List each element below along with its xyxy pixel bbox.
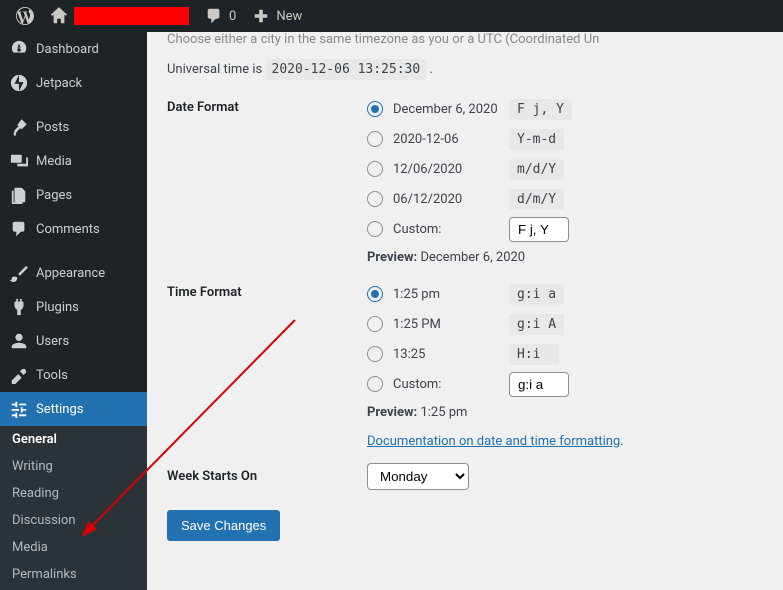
date-format-display: 06/12/2020 bbox=[393, 192, 509, 207]
date-format-display: 2020-12-06 bbox=[393, 132, 509, 147]
doc-link[interactable]: Documentation on date and time formattin… bbox=[367, 434, 620, 449]
time-format-code: g:i a bbox=[509, 284, 564, 305]
timezone-description: Choose either a city in the same timezon… bbox=[167, 32, 763, 47]
preview-label: Preview: bbox=[367, 250, 417, 265]
comments-icon bbox=[10, 220, 28, 238]
media-icon bbox=[10, 152, 28, 170]
utc-value: 2020-12-06 13:25:30 bbox=[266, 59, 427, 80]
sidebar-item-comments[interactable]: Comments bbox=[0, 212, 147, 246]
sidebar-item-jetpack[interactable]: Jetpack bbox=[0, 66, 147, 100]
save-button[interactable]: Save Changes bbox=[167, 510, 280, 541]
date-format-display: 12/06/2020 bbox=[393, 162, 509, 177]
week-starts-label: Week Starts On bbox=[167, 463, 367, 490]
date-format-code: m/d/Y bbox=[509, 159, 564, 180]
preview-label: Preview: bbox=[367, 405, 417, 420]
sidebar-label: Posts bbox=[36, 120, 69, 135]
brush-icon bbox=[10, 264, 28, 282]
time-format-radio-1[interactable] bbox=[367, 286, 383, 302]
date-format-radio-4[interactable] bbox=[367, 191, 383, 207]
sidebar-item-users[interactable]: Users bbox=[0, 324, 147, 358]
sidebar-label: Users bbox=[36, 334, 69, 349]
date-format-display: December 6, 2020 bbox=[393, 102, 509, 117]
sidebar-item-appearance[interactable]: Appearance bbox=[0, 256, 147, 290]
date-format-label: Date Format bbox=[167, 94, 367, 265]
sub-item-reading[interactable]: Reading bbox=[0, 480, 147, 507]
sidebar-label: Plugins bbox=[36, 300, 79, 315]
wrench-icon bbox=[10, 366, 28, 384]
time-format-code: g:i A bbox=[509, 314, 564, 335]
new-content[interactable]: New bbox=[244, 0, 310, 32]
new-label: New bbox=[276, 9, 302, 24]
time-format-radio-2[interactable] bbox=[367, 316, 383, 332]
time-format-display: 1:25 PM bbox=[393, 317, 509, 332]
sidebar-label: Dashboard bbox=[36, 42, 99, 57]
plug-icon bbox=[10, 298, 28, 316]
time-format-radio-3[interactable] bbox=[367, 346, 383, 362]
time-format-custom-input[interactable] bbox=[509, 372, 569, 397]
preview-value: 1:25 pm bbox=[420, 405, 467, 420]
comment-icon bbox=[205, 7, 223, 25]
sidebar-item-posts[interactable]: Posts bbox=[0, 110, 147, 144]
week-starts-select[interactable]: Monday bbox=[367, 463, 469, 490]
settings-submenu: General Writing Reading Discussion Media… bbox=[0, 426, 147, 590]
wordpress-icon bbox=[16, 7, 34, 25]
user-icon bbox=[10, 332, 28, 350]
time-format-label: Time Format bbox=[167, 279, 367, 449]
admin-sidebar: Dashboard Jetpack Posts Media Pages Comm… bbox=[0, 32, 147, 590]
comment-count-value: 0 bbox=[229, 9, 236, 24]
sub-item-media[interactable]: Media bbox=[0, 534, 147, 561]
time-format-radio-custom[interactable] bbox=[367, 376, 383, 392]
wp-logo[interactable] bbox=[8, 0, 42, 32]
pages-icon bbox=[10, 186, 28, 204]
sidebar-label: Pages bbox=[36, 188, 72, 203]
time-format-custom-label: Custom: bbox=[393, 377, 509, 392]
utc-line: Universal time is 2020-12-06 13:25:30 . bbox=[167, 59, 763, 80]
sidebar-item-media[interactable]: Media bbox=[0, 144, 147, 178]
sidebar-item-plugins[interactable]: Plugins bbox=[0, 290, 147, 324]
date-format-radio-2[interactable] bbox=[367, 131, 383, 147]
sidebar-label: Settings bbox=[36, 402, 83, 417]
date-format-code: F j, Y bbox=[509, 99, 572, 120]
dashboard-icon bbox=[10, 40, 28, 58]
date-format-custom-input[interactable] bbox=[509, 217, 569, 242]
date-format-radio-3[interactable] bbox=[367, 161, 383, 177]
sub-item-writing[interactable]: Writing bbox=[0, 453, 147, 480]
sliders-icon bbox=[10, 400, 28, 418]
admin-toolbar: 0 New bbox=[0, 0, 783, 32]
date-format-code: Y-m-d bbox=[509, 129, 564, 150]
sidebar-item-tools[interactable]: Tools bbox=[0, 358, 147, 392]
sidebar-label: Tools bbox=[36, 368, 68, 383]
time-format-display: 13:25 bbox=[393, 347, 509, 362]
date-format-radio-custom[interactable] bbox=[367, 221, 383, 237]
pin-icon bbox=[10, 118, 28, 136]
sidebar-item-dashboard[interactable]: Dashboard bbox=[0, 32, 147, 66]
sidebar-label: Comments bbox=[36, 222, 100, 237]
sub-item-general[interactable]: General bbox=[0, 426, 147, 453]
plus-icon bbox=[252, 7, 270, 25]
date-format-code: d/m/Y bbox=[509, 189, 564, 210]
sidebar-item-pages[interactable]: Pages bbox=[0, 178, 147, 212]
date-format-custom-label: Custom: bbox=[393, 222, 509, 237]
site-name-redacted bbox=[74, 7, 189, 25]
main-content: Choose either a city in the same timezon… bbox=[147, 32, 783, 590]
sidebar-label: Jetpack bbox=[36, 76, 82, 91]
time-format-code: H:i bbox=[509, 344, 559, 365]
comments-count[interactable]: 0 bbox=[197, 0, 244, 32]
sub-item-permalinks[interactable]: Permalinks bbox=[0, 561, 147, 588]
sub-item-discussion[interactable]: Discussion bbox=[0, 507, 147, 534]
jetpack-icon bbox=[10, 74, 28, 92]
utc-label: Universal time is bbox=[167, 62, 262, 77]
time-format-display: 1:25 pm bbox=[393, 287, 509, 302]
date-format-radio-1[interactable] bbox=[367, 101, 383, 117]
home-icon bbox=[50, 7, 68, 25]
sidebar-label: Appearance bbox=[36, 266, 105, 281]
sidebar-label: Media bbox=[36, 154, 72, 169]
site-home[interactable] bbox=[42, 0, 197, 32]
preview-value: December 6, 2020 bbox=[420, 250, 525, 265]
sidebar-item-settings[interactable]: Settings bbox=[0, 392, 147, 426]
